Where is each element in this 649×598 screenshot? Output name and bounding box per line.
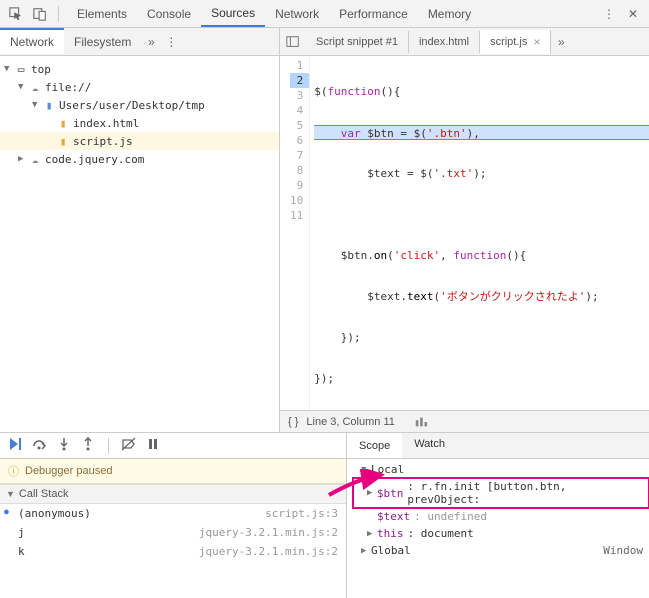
scope-var-this[interactable]: ▶this: document xyxy=(353,525,649,542)
info-icon: ⓘ xyxy=(8,463,19,479)
scope-tab-scope[interactable]: Scope xyxy=(347,433,402,458)
editor-status-bar: { } Line 3, Column 11 xyxy=(280,410,649,432)
main-area: Network Filesystem » ⋮ ▼▭top ▼☁file:// ▼… xyxy=(0,28,649,433)
devtools-tabs: Elements Console Sources Network Perform… xyxy=(67,1,481,27)
paused-message: Debugger paused xyxy=(25,465,112,477)
devtools-toolbar: Elements Console Sources Network Perform… xyxy=(0,0,649,28)
scope-pane: Scope Watch ▼Local ▶$btn: r.fn.init [but… xyxy=(347,433,649,598)
step-into-icon[interactable] xyxy=(56,437,72,454)
editor-tab-index[interactable]: index.html xyxy=(409,31,480,53)
step-out-icon[interactable] xyxy=(80,437,96,454)
navigator-more-icon[interactable]: ⋮ xyxy=(161,32,181,52)
cursor-position: Line 3, Column 11 xyxy=(306,416,394,428)
callstack-list: (anonymous)script.js:3 jjquery-3.2.1.min… xyxy=(0,504,346,561)
code-editor[interactable]: 1 2 3 4 5 6 7 8 9 10 11 $(function(){ va… xyxy=(280,56,649,410)
tree-file-label: script.js xyxy=(73,135,133,148)
tab-memory[interactable]: Memory xyxy=(418,2,481,26)
more-icon[interactable]: ⋮ xyxy=(599,4,619,24)
tab-performance[interactable]: Performance xyxy=(329,2,418,26)
close-tab-icon[interactable]: × xyxy=(533,35,540,49)
tree-top-label: top xyxy=(31,63,51,76)
tree-file-label: file:// xyxy=(45,81,91,94)
tree-cdn[interactable]: ▶☁code.jquery.com xyxy=(0,150,279,168)
debugger-area: ⓘ Debugger paused ▼Call Stack (anonymous… xyxy=(0,433,649,598)
inspect-icon[interactable] xyxy=(6,4,26,24)
editor-tabs: Script snippet #1 index.html script.js× … xyxy=(280,28,649,56)
editor-tab-script[interactable]: script.js× xyxy=(480,30,551,54)
resume-icon[interactable] xyxy=(8,437,24,454)
scope-body: ▼Local ▶$btn: r.fn.init [button.btn, pre… xyxy=(347,459,649,598)
scope-tabs: Scope Watch xyxy=(347,433,649,459)
scope-local-header[interactable]: ▼Local xyxy=(347,461,649,478)
deactivate-breakpoints-icon[interactable] xyxy=(121,437,137,454)
stack-frame[interactable]: kjquery-3.2.1.min.js:2 xyxy=(0,542,346,561)
navigator-pane: Network Filesystem » ⋮ ▼▭top ▼☁file:// ▼… xyxy=(0,28,280,432)
stack-frame[interactable]: (anonymous)script.js:3 xyxy=(0,504,346,523)
callstack-header[interactable]: ▼Call Stack xyxy=(0,484,346,504)
separator xyxy=(58,6,59,22)
editor-content[interactable]: $(function(){ var $btn = $('.btn'), $tex… xyxy=(310,56,649,410)
tree-file-index[interactable]: ▮index.html xyxy=(0,114,279,132)
editor-pane: Script snippet #1 index.html script.js× … xyxy=(280,28,649,432)
tree-top[interactable]: ▼▭top xyxy=(0,60,279,78)
editor-overflow-icon[interactable]: » xyxy=(551,32,571,52)
debugger-left: ⓘ Debugger paused ▼Call Stack (anonymous… xyxy=(0,433,347,598)
tree-file-script[interactable]: ▮script.js xyxy=(0,132,279,150)
pause-exceptions-icon[interactable] xyxy=(145,437,161,454)
tree-file-label: index.html xyxy=(73,117,139,130)
tree-folder-label: Users/user/Desktop/tmp xyxy=(59,99,205,112)
navigator-tabs: Network Filesystem » ⋮ xyxy=(0,28,279,56)
scope-tab-watch[interactable]: Watch xyxy=(402,433,457,458)
file-tree: ▼▭top ▼☁file:// ▼▮Users/user/Desktop/tmp… xyxy=(0,56,279,432)
device-toggle-icon[interactable] xyxy=(30,4,50,24)
pretty-print-icon[interactable]: { } xyxy=(288,416,298,428)
scope-global-header[interactable]: ▶GlobalWindow xyxy=(347,542,649,559)
coverage-icon[interactable] xyxy=(411,412,431,432)
toggle-navigator-icon[interactable] xyxy=(280,32,306,52)
tab-elements[interactable]: Elements xyxy=(67,2,137,26)
navigator-tab-network[interactable]: Network xyxy=(0,28,64,54)
tree-file-origin[interactable]: ▼☁file:// xyxy=(0,78,279,96)
scope-var-btn[interactable]: ▶$btn: r.fn.init [button.btn, prevObject… xyxy=(353,478,649,508)
tree-cdn-label: code.jquery.com xyxy=(45,153,144,166)
scope-var-text[interactable]: $text: undefined xyxy=(353,508,649,525)
editor-tab-snippet[interactable]: Script snippet #1 xyxy=(306,31,409,53)
debugger-controls xyxy=(0,433,346,459)
stack-frame[interactable]: jjquery-3.2.1.min.js:2 xyxy=(0,523,346,542)
tab-network[interactable]: Network xyxy=(265,2,329,26)
navigator-overflow-icon[interactable]: » xyxy=(141,32,161,52)
tab-console[interactable]: Console xyxy=(137,2,201,26)
debugger-paused-banner: ⓘ Debugger paused xyxy=(0,459,346,484)
close-devtools-icon[interactable]: ✕ xyxy=(623,4,643,24)
editor-gutter: 1 2 3 4 5 6 7 8 9 10 11 xyxy=(280,56,310,410)
tree-folder[interactable]: ▼▮Users/user/Desktop/tmp xyxy=(0,96,279,114)
tab-sources[interactable]: Sources xyxy=(201,1,265,27)
step-over-icon[interactable] xyxy=(32,437,48,454)
navigator-tab-filesystem[interactable]: Filesystem xyxy=(64,30,141,54)
